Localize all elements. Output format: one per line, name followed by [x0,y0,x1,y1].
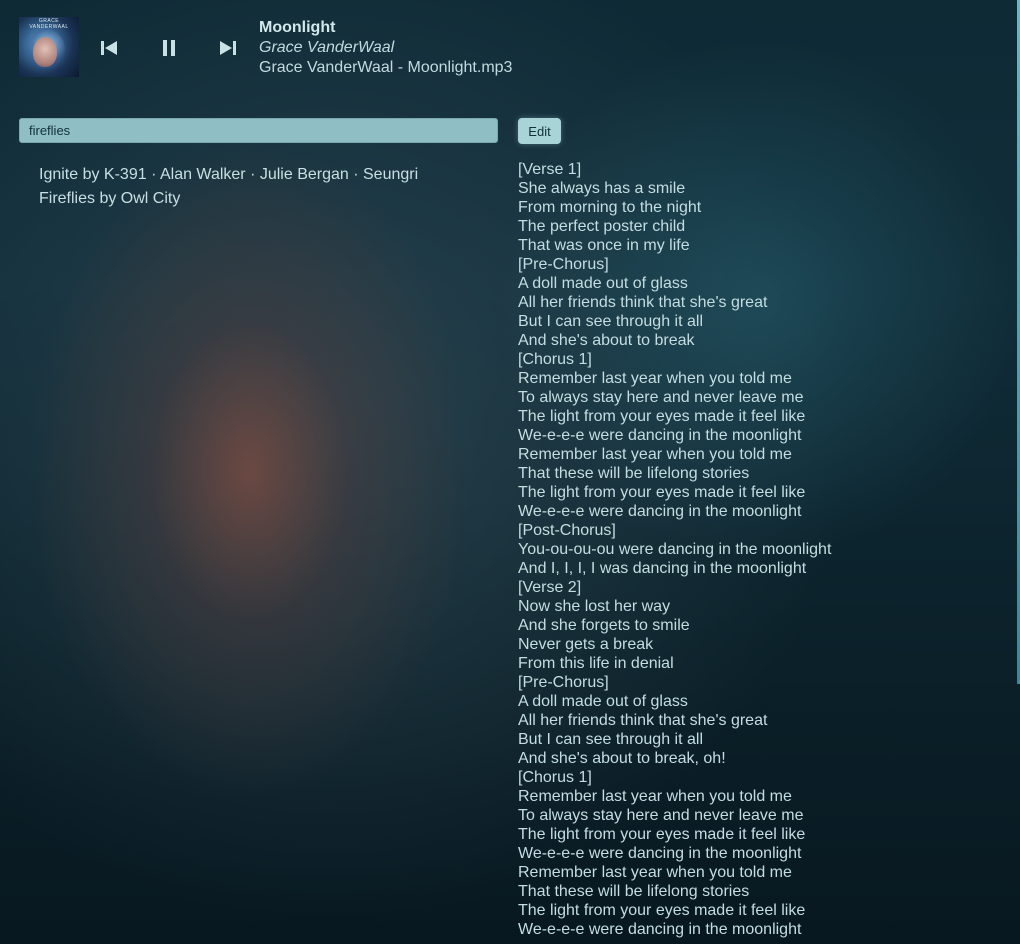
pause-icon [163,40,175,56]
lyric-line: Now she lost her way [518,598,671,615]
lyric-line: [Verse 1] [518,161,582,178]
lyric-line: The light from your eyes made it feel li… [518,826,806,843]
pause-button[interactable] [148,17,190,79]
lyric-line: Remember last year when you told me [518,370,792,387]
lyric-line: And I, I, I, I was dancing in the moonli… [518,560,807,577]
lyric-line: That was once in my life [518,237,690,254]
lyric-line: Remember last year when you told me [518,446,792,463]
cover-art-portrait [33,37,57,67]
lyric-line: Remember last year when you told me [518,788,792,805]
skip-previous-icon [101,41,117,55]
lyric-line: The light from your eyes made it feel li… [518,408,806,425]
lyric-line: [Pre-Chorus] [518,674,609,691]
lyric-line: [Chorus 1] [518,769,592,786]
lyrics-panel: [Verse 1] She always has a smile From morn… [518,160,998,939]
lyric-line: And she forgets to smile [518,617,690,634]
lyric-line: But I can see through it all [518,313,703,330]
lyric-line: Remember last year when you told me [518,864,792,881]
lyric-line: And she's about to break [518,332,695,349]
lyric-line: [Post-Chorus] [518,522,616,539]
track-info: Moonlight Grace VanderWaal Grace VanderW… [259,18,679,78]
lyric-line: All her friends think that she's great [518,294,768,311]
track-artist: Grace VanderWaal [259,39,395,56]
player-bar: GRACE VANDERWAAL Moonlight Grace VanderW… [19,17,512,79]
lyric-line: A doll made out of glass [518,275,688,292]
lyric-line: [Pre-Chorus] [518,256,609,273]
lyric-line: The light from your eyes made it feel li… [518,484,806,501]
lyric-line: We-e-e-e were dancing in the moonlight [518,503,802,520]
search-input[interactable] [19,118,498,143]
lyric-line: That these will be lifelong stories [518,883,750,900]
lyric-line: All her friends think that she's great [518,712,768,729]
search-result-item[interactable]: Ignite by K-391 · Alan Walker · Julie Be… [39,163,499,187]
edit-lyrics-button[interactable]: Edit [518,118,561,144]
lyric-line: From this life in denial [518,655,674,672]
lyric-line: To always stay here and never leave me [518,389,804,406]
lyric-line: We-e-e-e were dancing in the moonlight [518,845,802,862]
track-filename: Grace VanderWaal - Moonlight.mp3 [259,59,513,76]
lyric-line: We-e-e-e were dancing in the moonlight [518,921,802,938]
lyric-line: A doll made out of glass [518,693,688,710]
lyric-line: Never gets a break [518,636,654,653]
search-result-item[interactable]: Fireflies by Owl City [39,187,499,211]
search-results-list: Ignite by K-391 · Alan Walker · Julie Be… [39,163,499,211]
skip-next-icon [220,41,236,55]
lyric-line: That these will be lifelong stories [518,465,750,482]
track-title: Moonlight [259,19,336,36]
previous-button[interactable] [88,17,130,79]
lyric-line: The perfect poster child [518,218,686,235]
lyric-line: We-e-e-e were dancing in the moonlight [518,427,802,444]
album-cover: GRACE VANDERWAAL [19,17,79,77]
next-button[interactable] [207,17,249,79]
lyric-line: But I can see through it all [518,731,703,748]
lyric-line: The light from your eyes made it feel li… [518,902,806,919]
lyric-line: [Verse 2] [518,579,582,596]
lyric-line: From morning to the night [518,199,702,216]
lyric-line: [Chorus 1] [518,351,592,368]
lyric-line: And she's about to break, oh! [518,750,726,767]
lyric-line: She always has a smile [518,180,686,197]
lyric-line: To always stay here and never leave me [518,807,804,824]
cover-artist-text: GRACE VANDERWAAL [29,18,69,30]
lyric-line: You-ou-ou-ou were dancing in the moonlig… [518,541,832,558]
